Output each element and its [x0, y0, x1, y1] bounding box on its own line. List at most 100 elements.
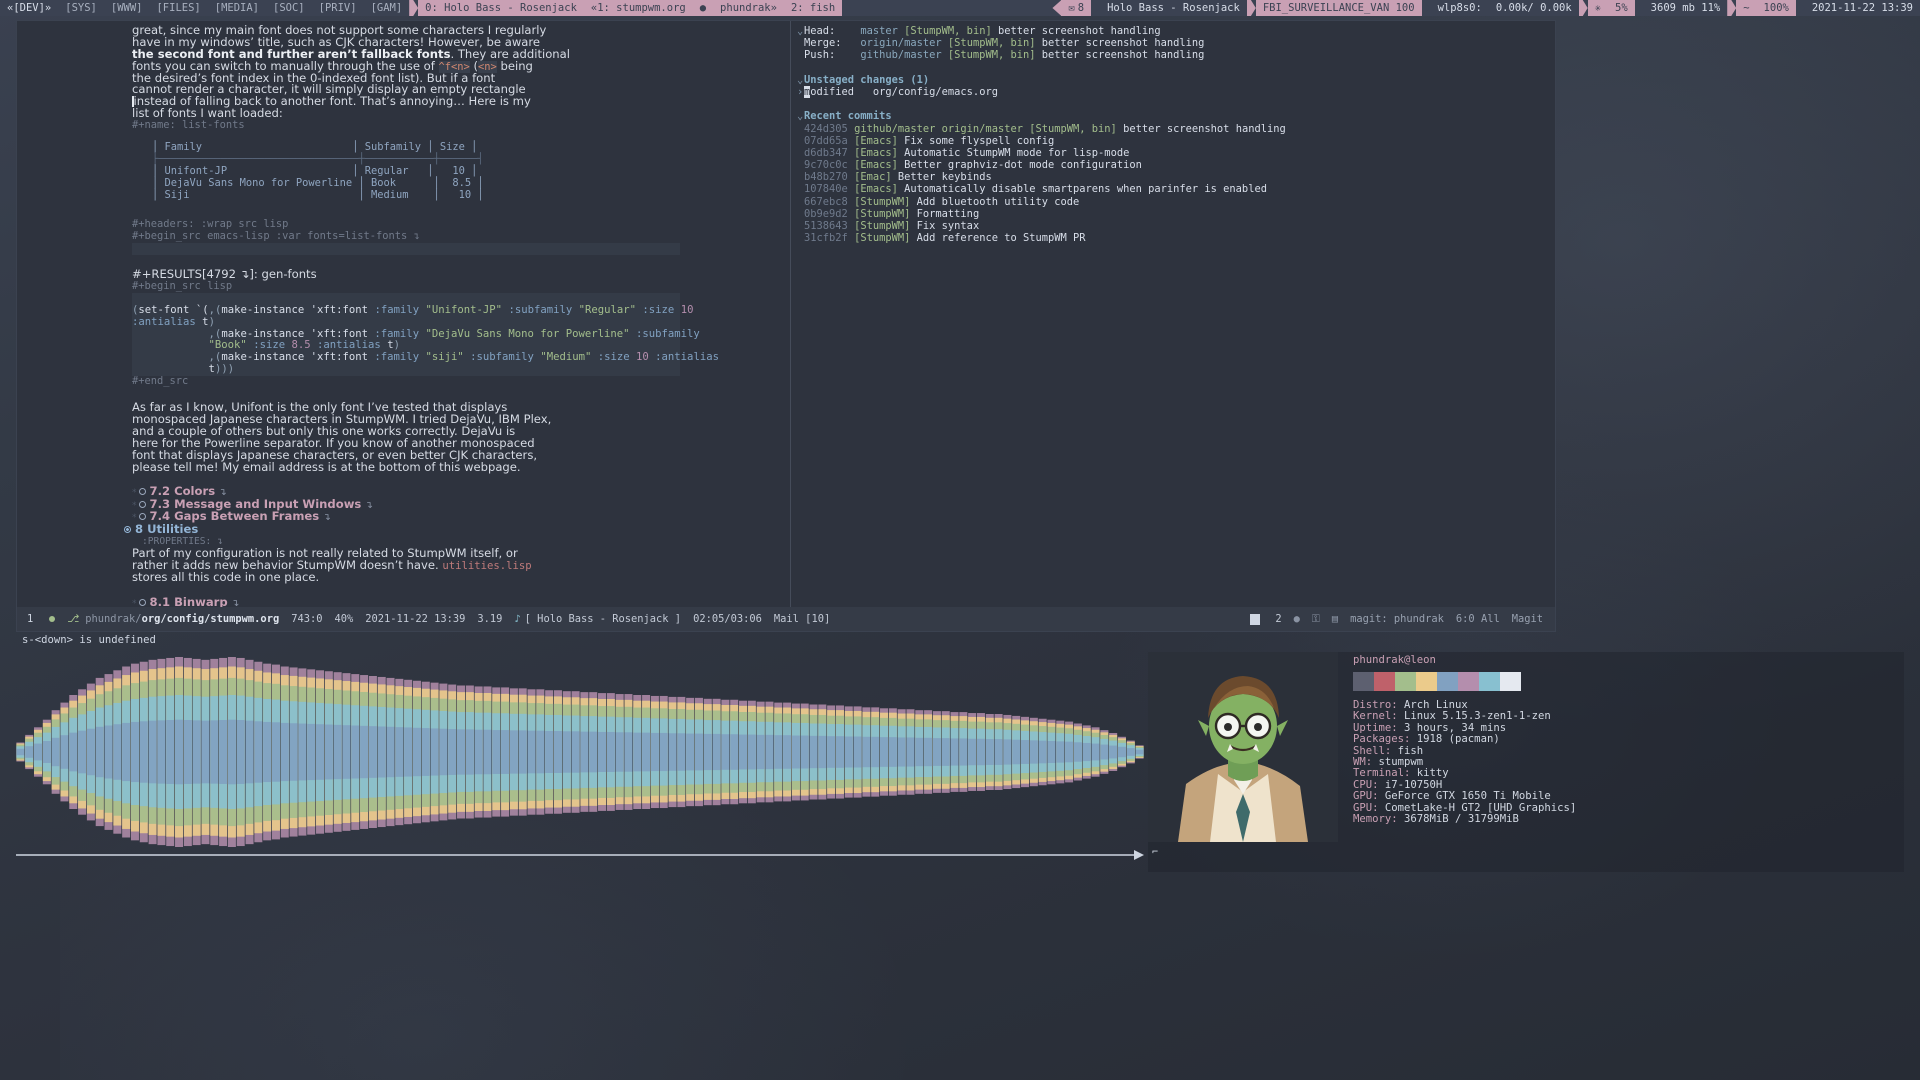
visualizer-bar — [368, 726, 377, 778]
visualizer-bar — [1117, 746, 1126, 758]
window-2[interactable]: 2: fish — [783, 0, 843, 16]
visualizer-bar — [439, 728, 448, 776]
magit-commit-row[interactable]: d6db347 [Emacs] Automatic StumpWM mode f… — [797, 147, 1551, 159]
org-link-utilities-lisp[interactable]: utilities.lisp — [442, 560, 531, 572]
buffer-path[interactable]: phundrak/org/config/stumpwm.org — [85, 607, 285, 631]
group-dev[interactable]: «[DEV]» — [0, 0, 58, 16]
chevron-down-icon[interactable]: ⌄ — [797, 74, 804, 86]
modeline-window-number: 1 — [27, 613, 34, 625]
visualizer-bar — [994, 739, 1003, 765]
palette-swatch — [1479, 672, 1500, 691]
neofetch-key: Packages: — [1353, 733, 1411, 746]
magit-commit-row[interactable]: 424d305 github/master origin/master [Stu… — [797, 123, 1551, 135]
magit-commit-row[interactable]: 9c70c0c [Emacs] Better graphviz-dot mode… — [797, 159, 1551, 171]
org-heading-8[interactable]: 8 Utilities — [124, 523, 781, 537]
powerline-sep-7-icon — [1795, 0, 1805, 16]
desktop-root: «[DEV]» [SYS] [WWW] [FILES] [MEDIA] [SOC… — [0, 0, 1920, 1080]
org-heading-7-4[interactable]: * 7.4 Gaps Between Frames ↴ — [132, 510, 781, 524]
window-1-owner[interactable]: phundrak» — [713, 0, 784, 16]
visualizer-bar — [316, 724, 325, 780]
org-heading-8-1[interactable]: * 8.1 Binwarp ↴ — [132, 596, 781, 607]
chevron-right-icon[interactable]: › — [797, 86, 804, 98]
group-media[interactable]: [MEDIA] — [208, 0, 266, 16]
visualizer-svg — [16, 657, 1144, 847]
heading-bullet-filled-icon — [124, 525, 131, 533]
magit-commit-row[interactable]: 107840e [Emacs] Automatically disable sm… — [797, 183, 1551, 195]
network-ssid[interactable]: FBI_SURVEILLANCE_VAN 100 — [1255, 0, 1422, 16]
magit-commit-row[interactable]: 07dd65a [Emacs] Fix some flyspell config — [797, 135, 1551, 147]
neofetch-value: 1918 (pacman) — [1410, 733, 1500, 746]
group-gam[interactable]: [GAM] — [364, 0, 410, 16]
magit-push-row[interactable]: Push: github/master [StumpWM, bin] bette… — [797, 49, 1551, 61]
group-priv[interactable]: [PRIV] — [312, 0, 364, 16]
magit-head-row[interactable]: ⌄Head: master [StumpWM, bin] better scre… — [797, 25, 1551, 37]
org-end-src: #+end_src — [132, 375, 189, 388]
emacs-modeline[interactable]: 1 ⎇ phundrak/org/config/stumpwm.org 743:… — [17, 607, 1555, 631]
magit-recent-section[interactable]: ⌄Recent commits — [797, 110, 1551, 122]
modeline-music[interactable]: [ Holo Bass - Rosenjack ] — [523, 607, 687, 631]
visualizer-bar — [183, 720, 192, 784]
clock[interactable]: 2021-11-22 13:39 — [1805, 0, 1920, 16]
visualizer-bar — [606, 731, 615, 773]
mail-icon[interactable]: ✉ 8 — [1061, 0, 1092, 16]
visualizer-bar — [51, 737, 60, 767]
visualizer-bar — [474, 729, 483, 775]
group-soc[interactable]: [SOC] — [266, 0, 312, 16]
visualizer-bar — [739, 734, 748, 770]
powerline-sep-1-icon — [1091, 0, 1101, 16]
chevron-down-icon[interactable]: ⌄ — [797, 110, 804, 122]
magit-commit-row[interactable]: b48b270 [Emac] Better keybinds — [797, 171, 1551, 183]
visualizer-bar — [818, 735, 827, 769]
visualizer-bar — [774, 735, 783, 769]
window-0[interactable]: 0: Holo Bass - Rosenjack — [418, 0, 584, 16]
now-playing[interactable]: Holo Bass - Rosenjack — [1100, 0, 1247, 16]
fold-ellipsis-icon[interactable]: ↴ — [365, 500, 373, 511]
modeline-mail[interactable]: Mail [10] — [768, 607, 836, 631]
magit-status-window[interactable]: ⌄Head: master [StumpWM, bin] better scre… — [790, 21, 1555, 607]
org-line: stores all this code in one place. — [132, 570, 320, 585]
visualizer-bar — [598, 731, 607, 773]
visualizer-bar — [589, 731, 598, 773]
visualizer-bar — [968, 738, 977, 766]
modeline-right-buffer[interactable]: magit: phundrak — [1344, 607, 1450, 631]
visualizer-bar — [236, 720, 245, 784]
visualizer-bar — [95, 726, 104, 778]
visualizer-bar — [518, 730, 527, 774]
group-sys[interactable]: [SYS] — [58, 0, 104, 16]
magit-commit-row[interactable]: 0b9e9d2 [StumpWM] Formatting — [797, 208, 1551, 220]
group-files[interactable]: [FILES] — [149, 0, 207, 16]
org-table-row: │ DejaVu Sans Mono for Powerline │ Book … — [152, 176, 484, 189]
modeline-major-mode[interactable]: Magit — [1506, 607, 1555, 631]
fold-ellipsis-icon[interactable]: ↴ — [323, 512, 331, 523]
chevron-down-icon[interactable]: ⌄ — [797, 25, 804, 37]
visualizer-bar — [888, 737, 897, 767]
window-1[interactable]: «1: stumpwm.org — [583, 0, 693, 16]
visualizer-bar — [853, 736, 862, 768]
music-note-icon[interactable]: ♪ — [508, 607, 522, 631]
neofetch-value: 3678MiB / 31799MiB — [1397, 812, 1519, 825]
lock-icon: ⚿ — [1311, 612, 1320, 625]
magit-commit-row[interactable]: 667ebc8 [StumpWM] Add bluetooth utility … — [797, 196, 1551, 208]
magit-merge-row[interactable]: Merge: origin/master [StumpWM, bin] bett… — [797, 37, 1551, 49]
visualizer-bar — [783, 735, 792, 769]
group-www[interactable]: [WWW] — [104, 0, 150, 16]
org-results-keyword: #+begin_src lisp — [132, 280, 233, 293]
magit-commit-row[interactable]: 5138643 [StumpWM] Fix syntax — [797, 220, 1551, 232]
magit-commit-row[interactable]: 31cfb2f [StumpWM] Add reference to Stump… — [797, 232, 1551, 244]
visualizer-bar — [730, 734, 739, 770]
emacs-frame[interactable]: great, since my main font does not suppo… — [16, 20, 1556, 632]
visualizer-bar — [712, 733, 721, 771]
neofetch-value: Linux 5.15.3-zen1-1-zen — [1397, 710, 1551, 723]
kitty-terminal[interactable]: phundrak@leon Distro: Arch Linux Kernel: … — [1148, 652, 1904, 872]
magit-unstaged-section[interactable]: ⌄Unstaged changes (1) — [797, 74, 1551, 86]
magit-unstaged-file[interactable]: ›modified org/config/emacs.org — [797, 85, 1551, 99]
terminal-cursor[interactable]: ⌐ — [1152, 847, 1158, 858]
powerline-sep-5-icon — [1634, 0, 1644, 16]
org-buffer-window[interactable]: great, since my main font does not suppo… — [17, 21, 789, 607]
modeline-date: 2021-11-22 13:39 — [365, 613, 466, 625]
visualizer-bar — [245, 720, 254, 784]
fold-ellipsis-icon[interactable]: ↴ — [231, 598, 239, 607]
stumpwm-modeline[interactable]: «[DEV]» [SYS] [WWW] [FILES] [MEDIA] [SOC… — [0, 0, 1920, 16]
visualizer-bar — [298, 723, 307, 781]
visualizer-bar — [1091, 743, 1100, 761]
